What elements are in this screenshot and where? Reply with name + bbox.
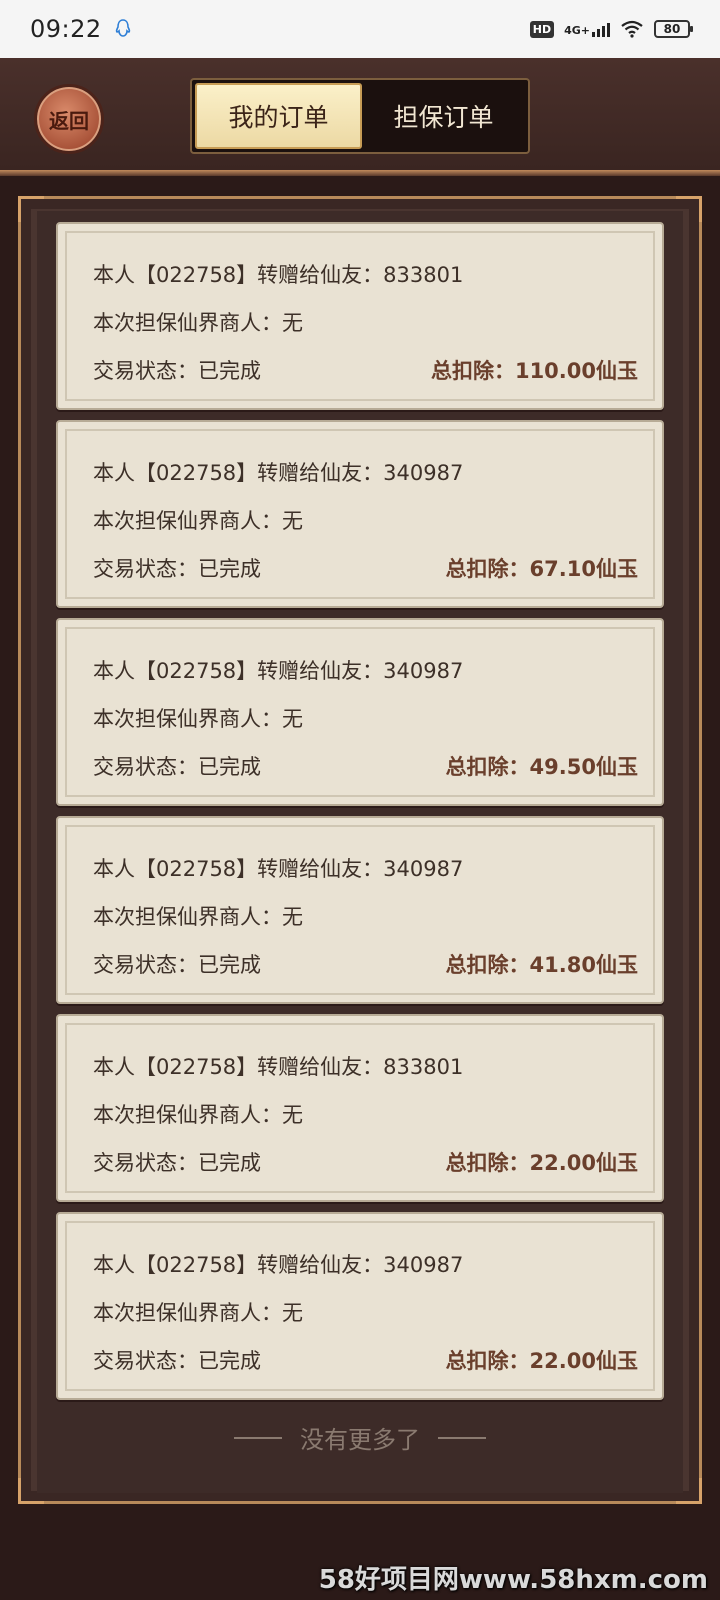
corner-ornament bbox=[676, 1478, 702, 1504]
status-time: 09:22 bbox=[30, 15, 102, 43]
network-type: 4G+ bbox=[564, 24, 590, 37]
order-total: 总扣除：110.00仙玉 bbox=[430, 359, 638, 383]
order-total: 总扣除：41.80仙玉 bbox=[445, 953, 638, 977]
order-card[interactable]: 本人【022758】转赠给仙友：833801 本次担保仙界商人：无 交易状态：已… bbox=[56, 1014, 664, 1202]
corner-ornament bbox=[18, 1478, 44, 1504]
wifi-icon bbox=[621, 20, 643, 38]
order-status: 交易状态：已完成 bbox=[93, 755, 261, 779]
order-status: 交易状态：已完成 bbox=[93, 1151, 261, 1175]
tab-my-orders-label: 我的订单 bbox=[228, 103, 329, 132]
signal-icon: 4G+ bbox=[564, 21, 610, 37]
qq-icon bbox=[115, 19, 130, 37]
order-merchant-line: 本次担保仙界商人：无 bbox=[93, 707, 303, 731]
order-merchant-line: 本次担保仙界商人：无 bbox=[93, 1301, 303, 1325]
order-tabs: 我的订单 担保订单 bbox=[190, 78, 530, 154]
watermark: 58好项目网www.58hxm.com bbox=[318, 1565, 708, 1595]
order-transfer-line: 本人【022758】转赠给仙友：340987 bbox=[93, 461, 464, 485]
tab-my-orders[interactable]: 我的订单 bbox=[195, 83, 362, 149]
order-merchant-line: 本次担保仙界商人：无 bbox=[93, 509, 303, 533]
order-card[interactable]: 本人【022758】转赠给仙友：833801 本次担保仙界商人：无 交易状态：已… bbox=[56, 222, 664, 410]
order-transfer-line: 本人【022758】转赠给仙友：833801 bbox=[93, 1055, 464, 1079]
order-total: 总扣除：22.00仙玉 bbox=[445, 1151, 638, 1175]
order-card[interactable]: 本人【022758】转赠给仙友：340987 本次担保仙界商人：无 交易状态：已… bbox=[56, 1212, 664, 1400]
divider bbox=[234, 1436, 282, 1439]
order-transfer-line: 本人【022758】转赠给仙友：833801 bbox=[93, 263, 464, 287]
no-more-label: 没有更多了 bbox=[300, 1426, 420, 1454]
tab-guarantee-orders-label: 担保订单 bbox=[393, 103, 494, 132]
divider bbox=[438, 1436, 486, 1439]
order-status: 交易状态：已完成 bbox=[93, 557, 261, 581]
order-merchant-line: 本次担保仙界商人：无 bbox=[93, 311, 303, 335]
order-total: 总扣除：49.50仙玉 bbox=[445, 755, 638, 779]
order-merchant-line: 本次担保仙界商人：无 bbox=[93, 1103, 303, 1127]
tab-guarantee-orders[interactable]: 担保订单 bbox=[362, 83, 525, 149]
order-transfer-line: 本人【022758】转赠给仙友：340987 bbox=[93, 857, 464, 881]
order-card[interactable]: 本人【022758】转赠给仙友：340987 本次担保仙界商人：无 交易状态：已… bbox=[56, 618, 664, 806]
status-bar: 09:22 HD 4G+ 80 bbox=[0, 0, 720, 58]
hd-icon: HD bbox=[529, 20, 555, 38]
order-transfer-line: 本人【022758】转赠给仙友：340987 bbox=[93, 659, 464, 683]
order-total: 总扣除：67.10仙玉 bbox=[445, 557, 638, 581]
order-status: 交易状态：已完成 bbox=[93, 359, 261, 383]
corner-ornament bbox=[676, 196, 702, 222]
order-transfer-line: 本人【022758】转赠给仙友：340987 bbox=[93, 1253, 464, 1277]
back-button-label: 返回 bbox=[49, 108, 89, 133]
order-card[interactable]: 本人【022758】转赠给仙友：340987 本次担保仙界商人：无 交易状态：已… bbox=[56, 816, 664, 1004]
corner-ornament bbox=[18, 196, 44, 222]
battery-icon: 80 bbox=[654, 20, 693, 38]
battery-level: 80 bbox=[663, 22, 681, 36]
header-trim bbox=[0, 170, 720, 176]
order-total: 总扣除：22.00仙玉 bbox=[445, 1349, 638, 1373]
order-merchant-line: 本次担保仙界商人：无 bbox=[93, 905, 303, 929]
back-button[interactable]: 返回 bbox=[34, 84, 104, 154]
order-card[interactable]: 本人【022758】转赠给仙友：340987 本次担保仙界商人：无 交易状态：已… bbox=[56, 420, 664, 608]
order-status: 交易状态：已完成 bbox=[93, 953, 261, 977]
order-status: 交易状态：已完成 bbox=[93, 1349, 261, 1373]
no-more-indicator: 没有更多了 bbox=[0, 1420, 720, 1455]
